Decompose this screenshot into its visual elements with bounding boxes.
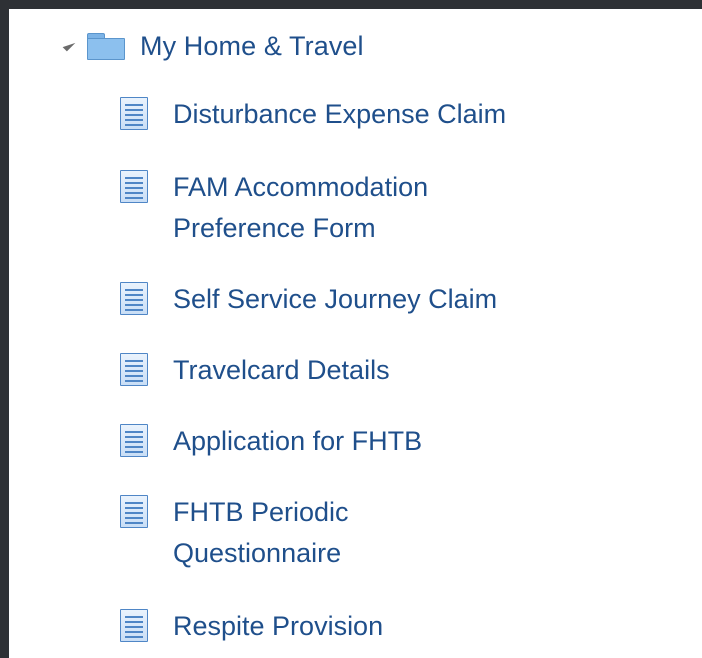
triangle-expanded-icon[interactable] bbox=[62, 38, 76, 52]
document-icon bbox=[117, 281, 151, 317]
tree-item-label[interactable]: Application for FHTB bbox=[173, 421, 593, 462]
document-icon bbox=[117, 96, 151, 132]
tree-item-respite-provision[interactable]: Respite Provision bbox=[117, 606, 593, 647]
tree-item-application-for-fhtb[interactable]: Application for FHTB bbox=[117, 421, 593, 462]
document-icon bbox=[117, 169, 151, 205]
document-icon bbox=[117, 494, 151, 530]
tree-item-label[interactable]: Respite Provision bbox=[173, 606, 593, 647]
window-frame: My Home & Travel Disturbance Expense Cla… bbox=[0, 0, 702, 658]
tree-item-fam-accommodation-preference-form[interactable]: FAM Accommodation Preference Form bbox=[117, 167, 503, 249]
document-icon bbox=[117, 608, 151, 644]
tree-item-disturbance-expense-claim[interactable]: Disturbance Expense Claim bbox=[117, 94, 593, 135]
document-icon bbox=[117, 352, 151, 388]
tree-node-label[interactable]: My Home & Travel bbox=[140, 31, 364, 62]
tree-node-my-home-travel[interactable]: My Home & Travel bbox=[62, 30, 364, 62]
tree-item-label[interactable]: Disturbance Expense Claim bbox=[173, 94, 593, 135]
document-icon bbox=[117, 423, 151, 459]
tree-item-label[interactable]: Travelcard Details bbox=[173, 350, 593, 391]
tree-item-fhtb-periodic-questionnaire[interactable]: FHTB Periodic Questionnaire bbox=[117, 492, 403, 574]
folder-icon bbox=[86, 32, 126, 60]
tree-item-self-service-journey-claim[interactable]: Self Service Journey Claim bbox=[117, 279, 593, 320]
tree-item-label[interactable]: FHTB Periodic Questionnaire bbox=[173, 492, 403, 574]
tree-panel: My Home & Travel Disturbance Expense Cla… bbox=[9, 9, 702, 658]
tree-item-label[interactable]: FAM Accommodation Preference Form bbox=[173, 167, 503, 249]
tree-item-travelcard-details[interactable]: Travelcard Details bbox=[117, 350, 593, 391]
tree-item-label[interactable]: Self Service Journey Claim bbox=[173, 279, 593, 320]
